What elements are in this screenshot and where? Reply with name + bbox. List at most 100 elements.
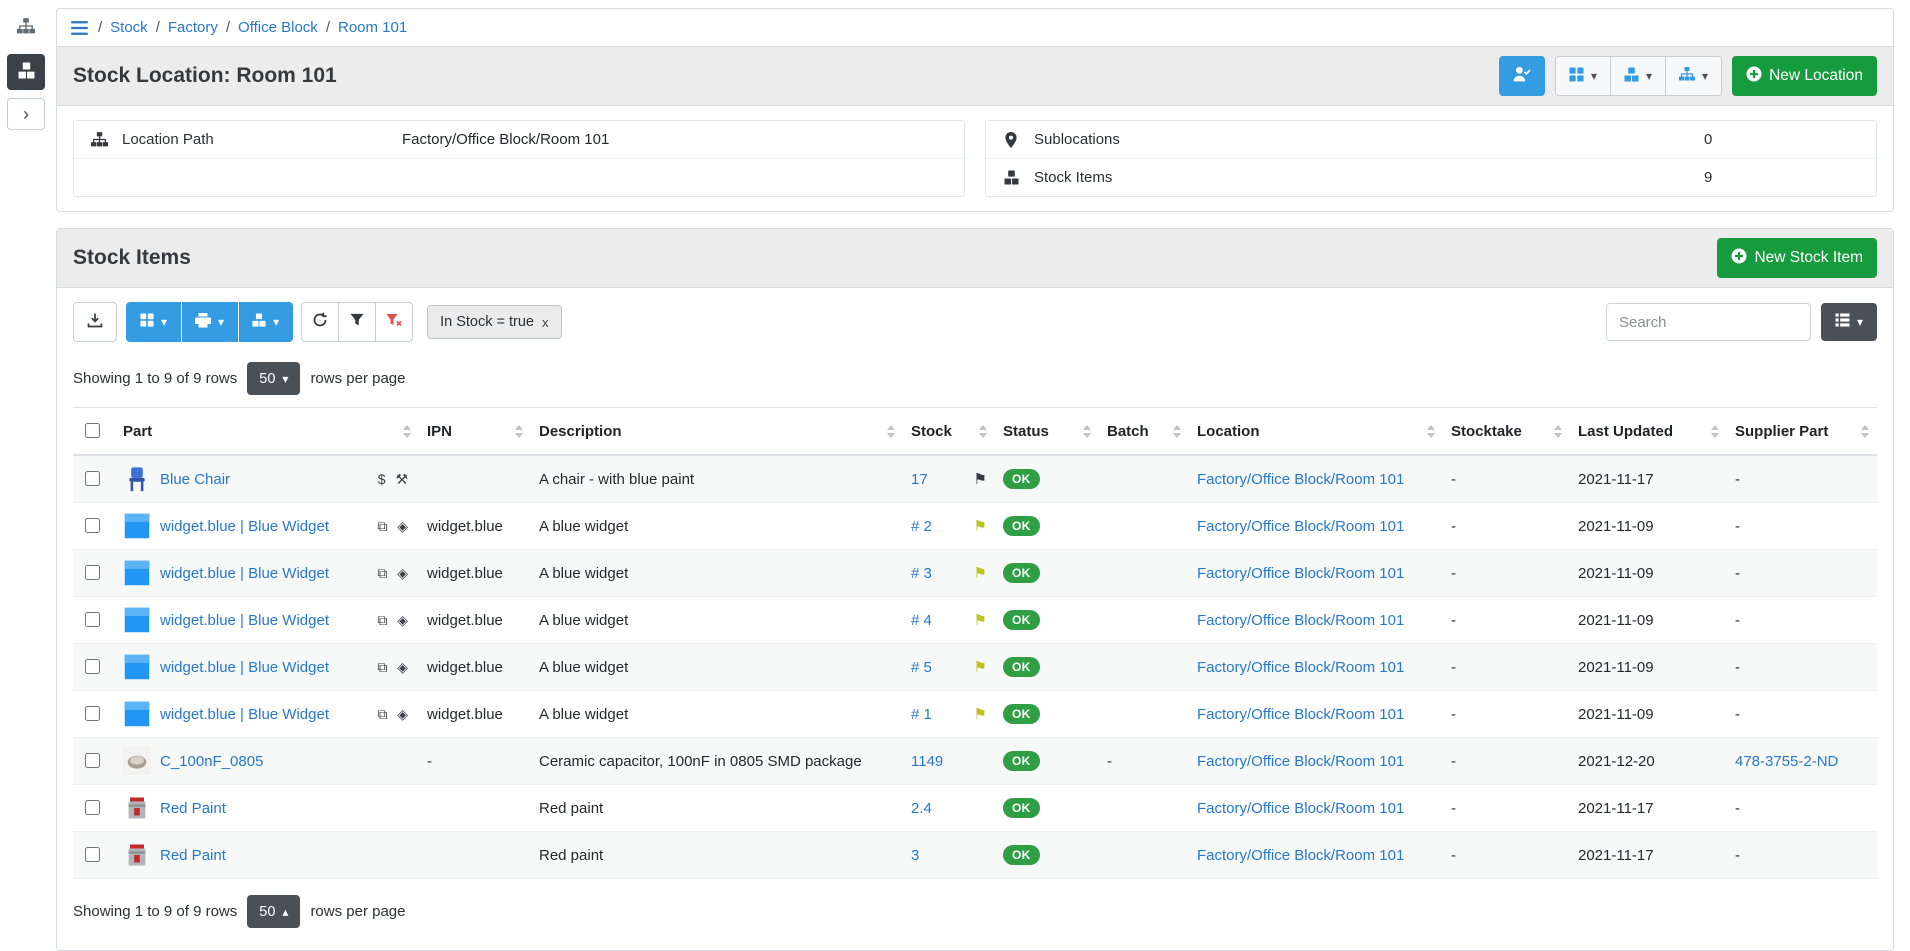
- description-cell: Red paint: [531, 832, 903, 879]
- row-checkbox[interactable]: [85, 847, 100, 862]
- sort-icon[interactable]: [403, 425, 411, 438]
- stock-quantity-link[interactable]: # 2: [911, 518, 932, 535]
- location-link[interactable]: Factory/Office Block/Room 101: [1197, 565, 1404, 582]
- sidebar-item-navigation[interactable]: [7, 10, 45, 46]
- location-link[interactable]: Factory/Office Block/Room 101: [1197, 659, 1404, 676]
- filter-chip-close-icon[interactable]: x: [542, 315, 549, 330]
- column-header-last-updated[interactable]: Last Updated: [1570, 408, 1727, 456]
- column-header-ipn[interactable]: IPN: [419, 408, 531, 456]
- breadcrumb-link[interactable]: Room 101: [338, 19, 407, 36]
- print-actions-button[interactable]: ▾: [182, 302, 238, 342]
- column-header-description[interactable]: Description: [531, 408, 903, 456]
- row-checkbox[interactable]: [85, 612, 100, 627]
- export-download-button[interactable]: [73, 302, 117, 342]
- caret-down-icon: ▾: [1591, 70, 1597, 82]
- table-row[interactable]: Red Paint Red paint 3 OK Factory/Office …: [73, 832, 1877, 879]
- table-row[interactable]: widget.blue | Blue Widget ⧉ ◈ widget.blu…: [73, 644, 1877, 691]
- column-header-supplier-part[interactable]: Supplier Part: [1727, 408, 1877, 456]
- location-link[interactable]: Factory/Office Block/Room 101: [1197, 753, 1404, 770]
- clear-filters-button[interactable]: [375, 302, 413, 342]
- sort-icon[interactable]: [1083, 425, 1091, 438]
- location-link[interactable]: Factory/Office Block/Room 101: [1197, 612, 1404, 629]
- sort-icon[interactable]: [1711, 425, 1719, 438]
- location-link[interactable]: Factory/Office Block/Room 101: [1197, 518, 1404, 535]
- refresh-button[interactable]: [301, 302, 339, 342]
- part-link[interactable]: widget.blue | Blue Widget: [160, 565, 329, 582]
- row-checkbox[interactable]: [85, 565, 100, 580]
- columns-button[interactable]: ▾: [1821, 303, 1877, 341]
- stock-quantity-link[interactable]: 1149: [911, 753, 943, 770]
- part-link[interactable]: C_100nF_0805: [160, 753, 263, 770]
- sidebar-expand-button[interactable]: ›: [7, 98, 45, 130]
- breadcrumb-link[interactable]: Office Block: [238, 19, 318, 36]
- column-header-part[interactable]: Part: [115, 408, 419, 456]
- search-input[interactable]: [1606, 303, 1811, 341]
- sidebar-item-stock[interactable]: [7, 54, 45, 90]
- sort-icon[interactable]: [1554, 425, 1562, 438]
- funnel-icon: [350, 313, 364, 331]
- location-link[interactable]: Factory/Office Block/Room 101: [1197, 471, 1404, 488]
- filter-chip[interactable]: In Stock = true x: [427, 305, 561, 339]
- table-row[interactable]: widget.blue | Blue Widget ⧉ ◈ widget.blu…: [73, 691, 1877, 738]
- column-header-stocktake[interactable]: Stocktake: [1443, 408, 1570, 456]
- column-header-batch[interactable]: Batch: [1099, 408, 1189, 456]
- row-checkbox[interactable]: [85, 659, 100, 674]
- sort-icon[interactable]: [887, 425, 895, 438]
- table-row[interactable]: Blue Chair $ ⚒ A chair - with blue paint…: [73, 455, 1877, 503]
- select-all-checkbox[interactable]: [85, 423, 100, 438]
- part-link[interactable]: Blue Chair: [160, 471, 230, 488]
- table-row[interactable]: C_100nF_0805 - Ceramic capacitor, 100nF …: [73, 738, 1877, 785]
- row-checkbox[interactable]: [85, 471, 100, 486]
- sort-icon[interactable]: [1861, 425, 1869, 438]
- part-link[interactable]: widget.blue | Blue Widget: [160, 659, 329, 676]
- row-checkbox[interactable]: [85, 800, 100, 815]
- stock-quantity-link[interactable]: # 5: [911, 659, 932, 676]
- stock-quantity-link[interactable]: 2.4: [911, 800, 932, 817]
- row-checkbox[interactable]: [85, 518, 100, 533]
- column-header-location[interactable]: Location: [1189, 408, 1443, 456]
- table-row[interactable]: Red Paint Red paint 2.4 OK Factory/Offic…: [73, 785, 1877, 832]
- part-link[interactable]: widget.blue | Blue Widget: [160, 706, 329, 723]
- new-location-button[interactable]: New Location: [1732, 56, 1877, 96]
- row-checkbox[interactable]: [85, 706, 100, 721]
- filter-button[interactable]: [338, 302, 376, 342]
- sort-icon[interactable]: [1173, 425, 1181, 438]
- stock-quantity-link[interactable]: # 1: [911, 706, 932, 723]
- part-link[interactable]: Red Paint: [160, 847, 226, 864]
- menu-icon[interactable]: [71, 21, 88, 35]
- stock-actions-button[interactable]: ▾: [1610, 56, 1666, 96]
- table-row[interactable]: widget.blue | Blue Widget ⧉ ◈ widget.blu…: [73, 550, 1877, 597]
- location-link[interactable]: Factory/Office Block/Room 101: [1197, 800, 1404, 817]
- barcode-actions-button[interactable]: ▾: [126, 302, 181, 342]
- location-link[interactable]: Factory/Office Block/Room 101: [1197, 847, 1404, 864]
- part-link[interactable]: Red Paint: [160, 800, 226, 817]
- column-header-stock[interactable]: Stock: [903, 408, 995, 456]
- part-link[interactable]: widget.blue | Blue Widget: [160, 612, 329, 629]
- part-link[interactable]: widget.blue | Blue Widget: [160, 518, 329, 535]
- row-checkbox[interactable]: [85, 753, 100, 768]
- breadcrumb-link[interactable]: Factory: [168, 19, 218, 36]
- stock-options-button[interactable]: ▾: [239, 302, 293, 342]
- supplier-part-link[interactable]: 478-3755-2-ND: [1735, 753, 1838, 770]
- stock-quantity-link[interactable]: # 3: [911, 565, 932, 582]
- location-tree-actions-button[interactable]: ▾: [1665, 56, 1722, 96]
- breadcrumb-link[interactable]: Stock: [110, 19, 148, 36]
- ipn-cell: widget.blue: [419, 597, 531, 644]
- barcode-actions-button[interactable]: ▾: [1555, 56, 1611, 96]
- column-header-status[interactable]: Status: [995, 408, 1099, 456]
- stock-quantity-link[interactable]: 3: [911, 847, 919, 864]
- stock-quantity-link[interactable]: 17: [911, 471, 928, 488]
- sort-icon[interactable]: [1427, 425, 1435, 438]
- sort-icon[interactable]: [515, 425, 523, 438]
- table-row[interactable]: widget.blue | Blue Widget ⧉ ◈ widget.blu…: [73, 597, 1877, 644]
- stocktake-cell: -: [1443, 455, 1570, 503]
- page-size-dropdown[interactable]: 50 ▾: [247, 362, 300, 395]
- location-link[interactable]: Factory/Office Block/Room 101: [1197, 706, 1404, 723]
- ipn-cell: [419, 832, 531, 879]
- page-size-dropdown[interactable]: 50 ▴: [247, 895, 300, 928]
- user-actions-button[interactable]: [1499, 56, 1545, 96]
- table-row[interactable]: widget.blue | Blue Widget ⧉ ◈ widget.blu…: [73, 503, 1877, 550]
- new-stock-item-button[interactable]: New Stock Item: [1717, 238, 1877, 278]
- sort-icon[interactable]: [979, 425, 987, 438]
- stock-quantity-link[interactable]: # 4: [911, 612, 932, 629]
